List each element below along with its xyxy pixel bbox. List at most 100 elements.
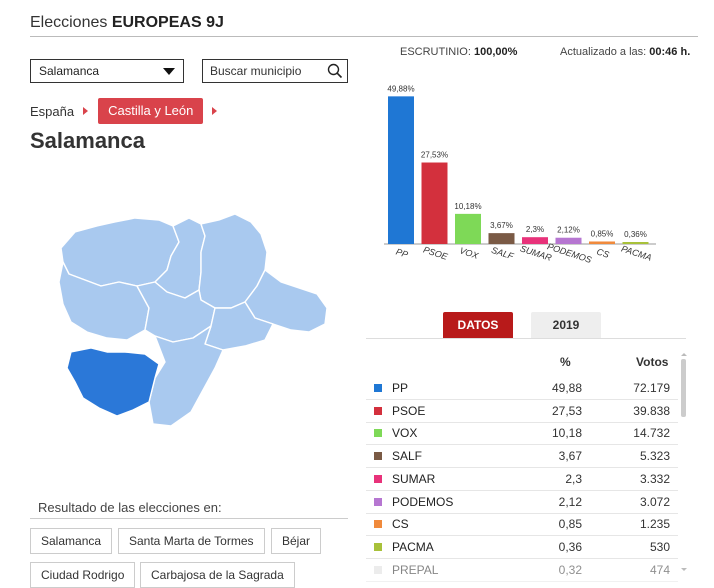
party-name: SUMAR xyxy=(392,471,436,486)
breadcrumb-region[interactable]: Castilla y León xyxy=(98,98,204,124)
party-votes: 14.732 xyxy=(633,426,670,441)
col-header-votes: Votos xyxy=(636,355,669,369)
table-row: SUMAR 2,3 3.332 xyxy=(366,468,678,491)
scrutiny-value: 100,00% xyxy=(473,46,518,58)
scrutiny-status: ESCRUTINIO: 100,00% xyxy=(400,46,518,58)
chevron-right-icon xyxy=(83,107,89,115)
table-row: SALF 3,67 5.323 xyxy=(366,445,678,469)
municipality-button[interactable]: Ciudad Rodrigo xyxy=(30,562,136,588)
party-pct: 3,67 xyxy=(558,449,582,464)
election-title: EUROPEAS 9J xyxy=(111,14,224,31)
party-color-swatch xyxy=(374,520,382,529)
party-pct: 0,32 xyxy=(558,562,582,577)
x-tick-label: VOX xyxy=(458,245,480,261)
results-divider xyxy=(30,518,348,519)
party-pct: 2,3 xyxy=(565,471,582,486)
update-time-value: 00:46 h. xyxy=(649,46,691,58)
party-name: SALF xyxy=(392,449,423,464)
bar-vox[interactable] xyxy=(455,213,481,244)
party-color-swatch xyxy=(374,429,382,438)
party-pct: 2,12 xyxy=(558,494,582,509)
party-name: VOX xyxy=(392,426,418,441)
x-tick-label: PP xyxy=(395,247,410,260)
party-pct: 49,88 xyxy=(551,381,582,395)
party-pct: 27,53 xyxy=(551,403,582,418)
page-title: Salamanca xyxy=(30,128,145,153)
data-label: 10,18% xyxy=(454,202,481,211)
party-pct: 10,18 xyxy=(551,426,582,441)
data-label: 49,88% xyxy=(387,84,414,93)
data-label: 3,67% xyxy=(490,221,513,230)
chevron-right-icon[interactable] xyxy=(212,107,218,115)
table-row: VOX 10,18 14.732 xyxy=(366,422,678,446)
tab-divider xyxy=(366,338,686,339)
table-row: PP 49,88 72.179 xyxy=(366,377,678,400)
party-name: PODEMOS xyxy=(392,494,454,509)
scroll-down-icon[interactable] xyxy=(681,568,687,571)
municipality-button[interactable]: Santa Marta de Tormes xyxy=(118,528,265,554)
party-pct: 0,36 xyxy=(558,539,582,554)
data-label: 0,85% xyxy=(591,229,614,238)
municipality-button[interactable]: Béjar xyxy=(271,528,322,554)
party-votes: 530 xyxy=(649,539,670,554)
table-row: PACMA 0,36 530 xyxy=(366,536,678,559)
results-in-label: Resultado de las elecciones en: xyxy=(38,500,222,515)
header-prefix: Elecciones xyxy=(30,14,108,31)
party-votes: 3.072 xyxy=(639,494,670,509)
party-color-swatch xyxy=(374,384,382,392)
municipality-select[interactable]: Salamanca xyxy=(30,59,184,83)
bar-cs[interactable] xyxy=(589,241,615,244)
party-votes: 474 xyxy=(649,562,670,577)
party-votes: 39.838 xyxy=(633,403,670,418)
search-icon[interactable] xyxy=(327,63,343,79)
bar-psoe[interactable] xyxy=(421,162,448,244)
party-name: PACMA xyxy=(392,539,434,554)
x-tick-label: CS xyxy=(595,246,610,259)
party-color-swatch xyxy=(374,497,382,506)
party-votes: 5.323 xyxy=(639,449,670,464)
page-header: Elecciones EUROPEAS 9J xyxy=(30,14,698,37)
party-color-swatch xyxy=(374,406,382,415)
breadcrumb-espana[interactable]: España xyxy=(30,104,74,119)
tab-datos[interactable]: DATOS xyxy=(443,312,513,338)
bar-salf[interactable] xyxy=(488,233,515,244)
municipality-button[interactable]: Carbajosa de la Sagrada xyxy=(140,562,295,588)
tab-2019[interactable]: 2019 xyxy=(531,312,601,338)
party-name: PP xyxy=(392,381,409,395)
table-scrollbar[interactable] xyxy=(679,353,688,583)
municipality-button[interactable]: Salamanca xyxy=(30,528,113,554)
search-placeholder: Buscar municipio xyxy=(210,64,302,78)
data-label: 2,3% xyxy=(526,225,544,234)
map-province-salamanca[interactable] xyxy=(66,347,160,417)
party-name: PSOE xyxy=(392,403,426,418)
party-color-swatch xyxy=(374,565,382,574)
party-color-swatch xyxy=(374,452,382,461)
scroll-up-icon[interactable] xyxy=(681,353,687,356)
breadcrumb: España Castilla y León xyxy=(30,98,227,124)
party-votes: 1.235 xyxy=(639,517,670,532)
update-time: Actualizado a las: 00:46 h. xyxy=(560,46,691,58)
table-row: PODEMOS 2,12 3.072 xyxy=(366,491,678,514)
x-tick-label: PSOE xyxy=(422,245,450,263)
data-label: 0,36% xyxy=(624,230,647,239)
bar-podemos[interactable] xyxy=(555,237,582,244)
party-color-swatch xyxy=(374,542,382,551)
col-header-pct: % xyxy=(560,355,571,369)
data-label: 27,53% xyxy=(421,151,448,160)
scrollbar-thumb[interactable] xyxy=(681,359,686,417)
chevron-down-icon xyxy=(163,68,175,75)
party-name: CS xyxy=(392,517,409,532)
party-pct: 0,85 xyxy=(558,517,582,532)
bar-sumar[interactable] xyxy=(522,237,548,244)
table-row: PREPAL 0,32 474 xyxy=(366,559,678,582)
party-color-swatch xyxy=(374,474,382,483)
x-tick-label: PACMA xyxy=(620,244,653,263)
region-map xyxy=(58,213,328,427)
party-votes: 72.179 xyxy=(633,381,670,395)
bar-pp[interactable] xyxy=(388,96,414,245)
x-tick-label: SALF xyxy=(490,245,515,262)
data-label: 2,12% xyxy=(557,226,580,235)
table-row: CS 0,85 1.235 xyxy=(366,513,678,537)
results-bar-chart: 49,88% PP 27,53% PSOE 10,18% VOX 3,67% SALF 2,3%… xyxy=(384,84,656,265)
search-input[interactable]: Buscar municipio xyxy=(202,59,348,83)
